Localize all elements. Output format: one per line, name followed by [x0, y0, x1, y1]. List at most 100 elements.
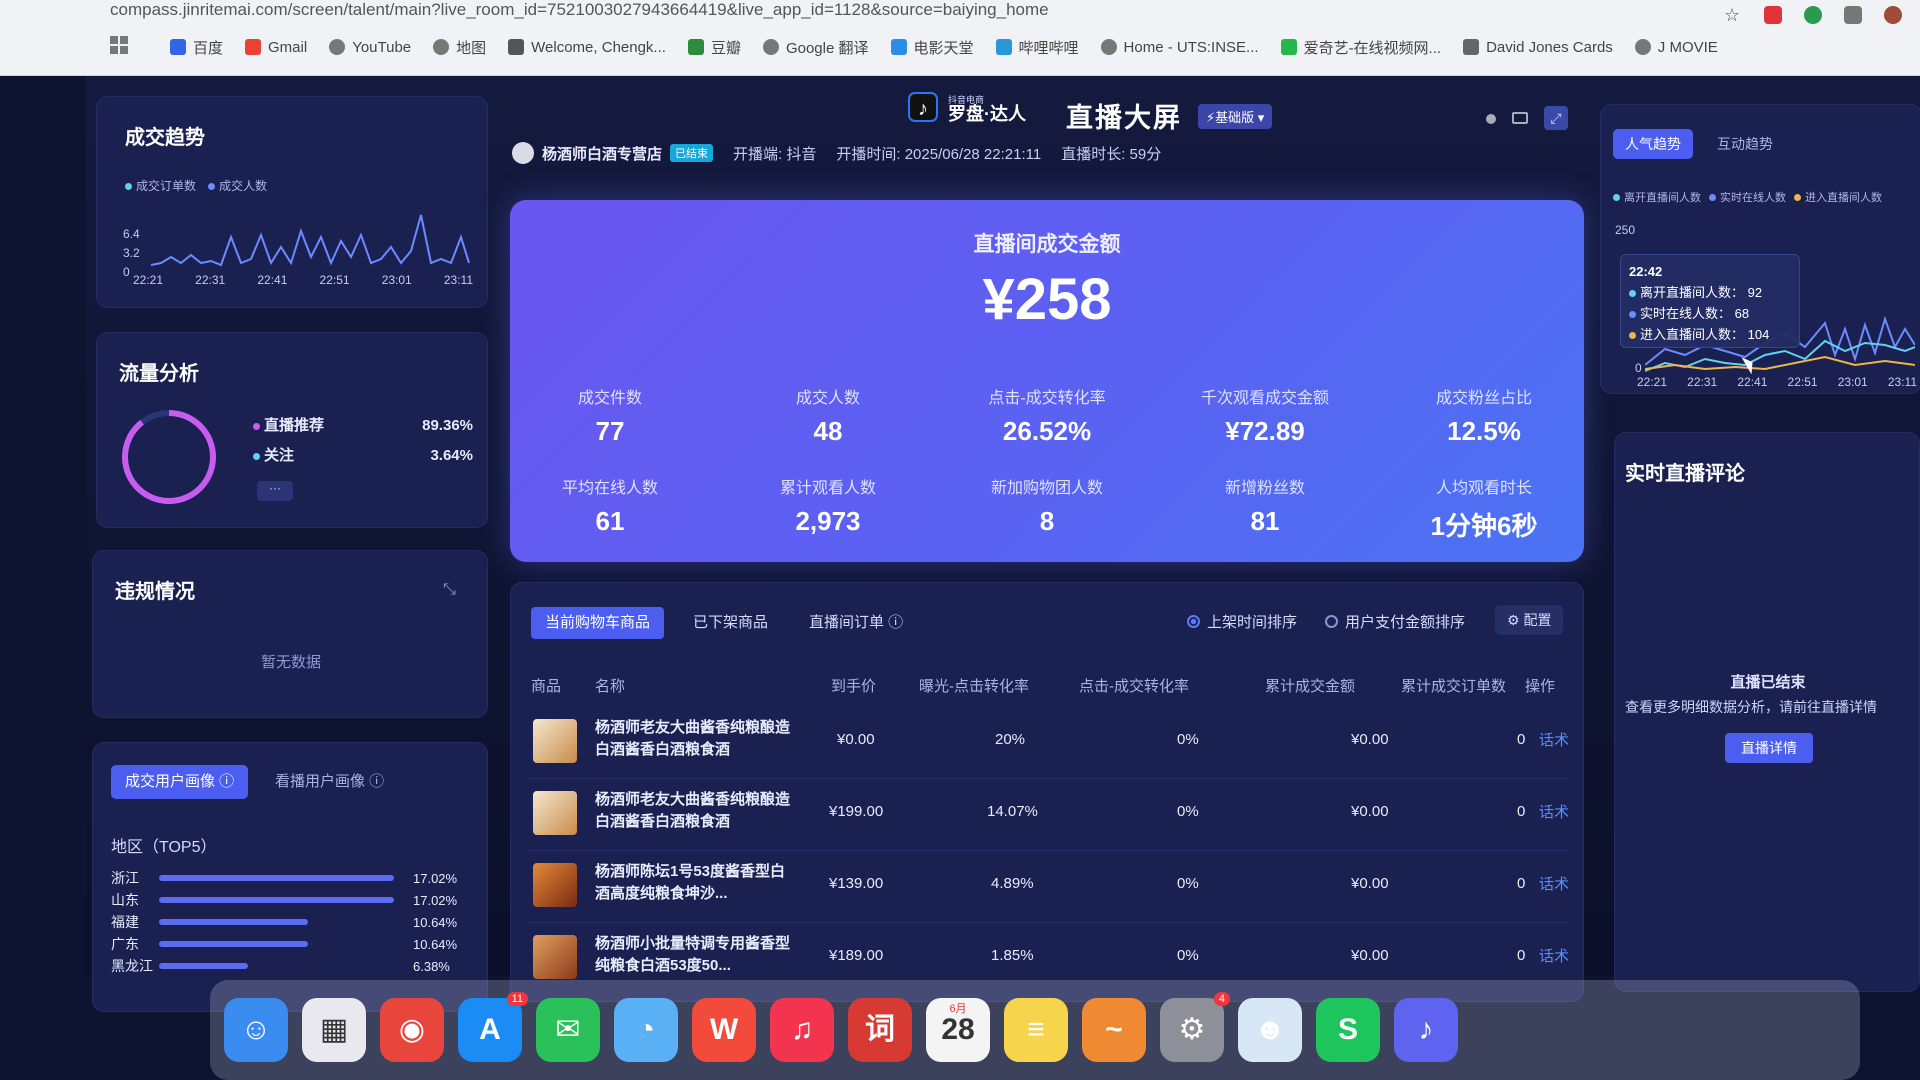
bookmark[interactable]: 爱奇艺-在线视频网... [1280, 37, 1441, 58]
metric: 成交人数 48 [795, 390, 860, 446]
product-image [533, 863, 577, 907]
bookmark[interactable]: Home - UTS:INSE... [1100, 39, 1259, 56]
extension-icon[interactable] [1764, 6, 1782, 24]
chart-icon [1463, 39, 1480, 55]
panel-title: 实时直播评论 [1625, 463, 1745, 485]
tab-interaction[interactable]: 互动趋势 [1707, 129, 1783, 159]
config-button[interactable]: ⚙ 配置 [1495, 605, 1564, 635]
list-item: 山东 17.02% [111, 892, 458, 908]
bookmark[interactable]: Welcome, Chengk... [508, 39, 666, 56]
star-icon[interactable]: ☆ [1724, 6, 1742, 24]
sort-by-time[interactable]: 上架时间排序 [1187, 611, 1297, 632]
bookmarks-bar: 百度 Gmail YouTube 地图 Welcome, Chengk... 豆… [170, 32, 1718, 62]
list-item: 广东 10.64% [111, 936, 458, 952]
column-header: 点击-成交转化率 [1079, 678, 1189, 695]
bookmark[interactable]: J MOVIE [1634, 39, 1718, 56]
table-row[interactable]: 杨酒师陈坛1号53度酱香型白酒高度纯粮食坤沙... ¥139.00 4.89% … [525, 851, 1571, 923]
expand-icon[interactable]: ⤡ [443, 581, 456, 599]
launchpad-icon: ▦ [319, 1013, 349, 1046]
panel-title: 成交趋势 [125, 127, 205, 149]
column-header: 名称 [595, 678, 626, 695]
shop-avatar [512, 142, 534, 164]
region-bar [159, 941, 308, 947]
column-header: 累计成交订单数 [1401, 678, 1507, 695]
screen-icon[interactable] [1512, 112, 1528, 124]
globe-icon [329, 39, 346, 55]
launchpad-app-icon[interactable]: ▦ [302, 998, 366, 1062]
edition-dropdown[interactable]: ⚡基础版 ▾ [1198, 104, 1273, 129]
bookmark[interactable]: 电影天堂 [890, 37, 974, 58]
notes-app-icon[interactable]: ≡ [1004, 998, 1068, 1062]
script-link[interactable]: 话术 [1539, 873, 1569, 894]
puzzle-icon[interactable] [1844, 6, 1862, 24]
calendar-app-icon[interactable]: 28 6月 [926, 998, 990, 1062]
table-row[interactable]: 杨酒师老友大曲酱香纯粮酿造白酒酱香白酒粮食酒 ¥0.00 20% 0% ¥0.0… [525, 707, 1571, 779]
extension-icon[interactable] [1804, 6, 1822, 24]
tab-popularity[interactable]: 人气趋势 [1613, 129, 1693, 159]
brand: ♪ 抖音电商 罗盘·达人 [908, 92, 1026, 123]
bookmark[interactable]: 哔哩哔哩 [995, 37, 1079, 58]
calendar-month: 6月 [949, 1003, 967, 1015]
metric: 人均观看时长 1分钟6秒 [1430, 480, 1538, 541]
record-icon[interactable] [1486, 114, 1496, 124]
hero-value: ¥258 [982, 267, 1112, 332]
x-axis: 22:21 22:31 22:41 22:51 23:01 23:11 [133, 273, 473, 287]
dictionary-app-icon[interactable]: 词 [848, 998, 912, 1062]
chart-legend: 离开直播间人数 实时在线人数 进入直播间人数 [1613, 189, 1882, 205]
script-link[interactable]: 话术 [1539, 729, 1569, 750]
metric: 新加购物团人数 8 [990, 480, 1103, 536]
tiktok-app-app-icon[interactable]: ♪ [1394, 998, 1458, 1062]
script-link[interactable]: 话术 [1539, 945, 1569, 966]
app-store-app-icon[interactable]: A 11 [458, 992, 528, 1062]
apps-grid-icon[interactable] [110, 36, 128, 54]
table-row[interactable]: 杨酒师老友大曲酱香纯粮酿造白酒酱香白酒粮食酒 ¥199.00 14.07% 0%… [525, 779, 1571, 851]
macos-dock: ☺ ▦ ◉ A 11 ✉ ◔ W ♫ 词 28 6月 ≡ ~ ⚙ 4 ☻ S ♪ [210, 980, 1860, 1080]
profile-avatar[interactable] [1884, 6, 1902, 24]
wechat-icon: ✉ [555, 1013, 581, 1046]
tab-buyer-portrait[interactable]: 成交用户画像 ⓘ [111, 765, 249, 799]
spotify-like-app-icon[interactable]: S [1316, 998, 1380, 1062]
tab-removed-products[interactable]: 已下架商品 [679, 607, 782, 639]
sort-by-amount[interactable]: 用户支付金额排序 [1325, 611, 1465, 632]
chrome-app-icon[interactable]: ◉ [380, 998, 444, 1062]
trend-sparkline [151, 214, 470, 267]
tab-live-orders[interactable]: 直播间订单 ⓘ [795, 607, 917, 639]
freeform-app-icon[interactable]: ~ [1082, 998, 1146, 1062]
spotify-like-icon: S [1337, 1013, 1358, 1046]
page-title: 直播大屏 [1066, 103, 1182, 133]
tab-viewer-portrait[interactable]: 看播用户画像 ⓘ [261, 765, 398, 799]
bookmark[interactable]: 豆瓣 [687, 37, 741, 58]
tab-current-products[interactable]: 当前购物车商品 [531, 607, 665, 639]
duration: 直播时长: 59分 [1061, 145, 1162, 163]
script-link[interactable]: 话术 [1539, 801, 1569, 822]
bookmark[interactable]: Gmail [245, 39, 307, 56]
bookmark[interactable]: David Jones Cards [1463, 39, 1613, 56]
shop-name: 杨酒师白酒专营店 [542, 145, 663, 163]
bookmark[interactable]: Google 翻译 [762, 37, 869, 58]
popularity-panel: 人气趋势 互动趋势 离开直播间人数 实时在线人数 进入直播间人数 250 0 2… [1600, 104, 1920, 394]
region-bar [159, 919, 308, 925]
ended-message: 直播已结束 [1730, 674, 1806, 691]
finder-app-icon[interactable]: ☺ [224, 998, 288, 1062]
wps-app-icon[interactable]: W [692, 998, 756, 1062]
live-detail-button[interactable]: 直播详情 [1725, 733, 1813, 763]
shield-icon [890, 39, 907, 55]
avatar-app-app-icon[interactable]: ☻ [1238, 998, 1302, 1062]
globe-icon [1100, 39, 1117, 55]
system-settings-app-icon[interactable]: ⚙ 4 [1160, 992, 1230, 1062]
music-app-icon[interactable]: ♫ [770, 998, 834, 1062]
chart-legend: 成交订单数 成交人数 [125, 177, 267, 194]
wechat-app-icon[interactable]: ✉ [536, 998, 600, 1062]
column-header: 曝光-点击转化率 [919, 678, 1029, 695]
fullscreen-icon[interactable]: ⤢ [1544, 106, 1568, 130]
messages-app-icon[interactable]: ◔ [614, 998, 678, 1062]
bookmark[interactable]: 百度 [170, 37, 223, 58]
metric: 成交粉丝占比 12.5% [1435, 390, 1532, 446]
bookmark[interactable]: YouTube [329, 39, 411, 56]
address-bar[interactable]: compass.jinritemai.com/screen/talent/mai… [110, 0, 1610, 22]
tiktok-app-icon: ♪ [1418, 1013, 1434, 1046]
freeform-icon: ~ [1105, 1013, 1123, 1046]
bookmark[interactable]: 地图 [433, 37, 486, 58]
globe-icon [1634, 39, 1651, 55]
more-button[interactable]: ··· [257, 481, 293, 501]
